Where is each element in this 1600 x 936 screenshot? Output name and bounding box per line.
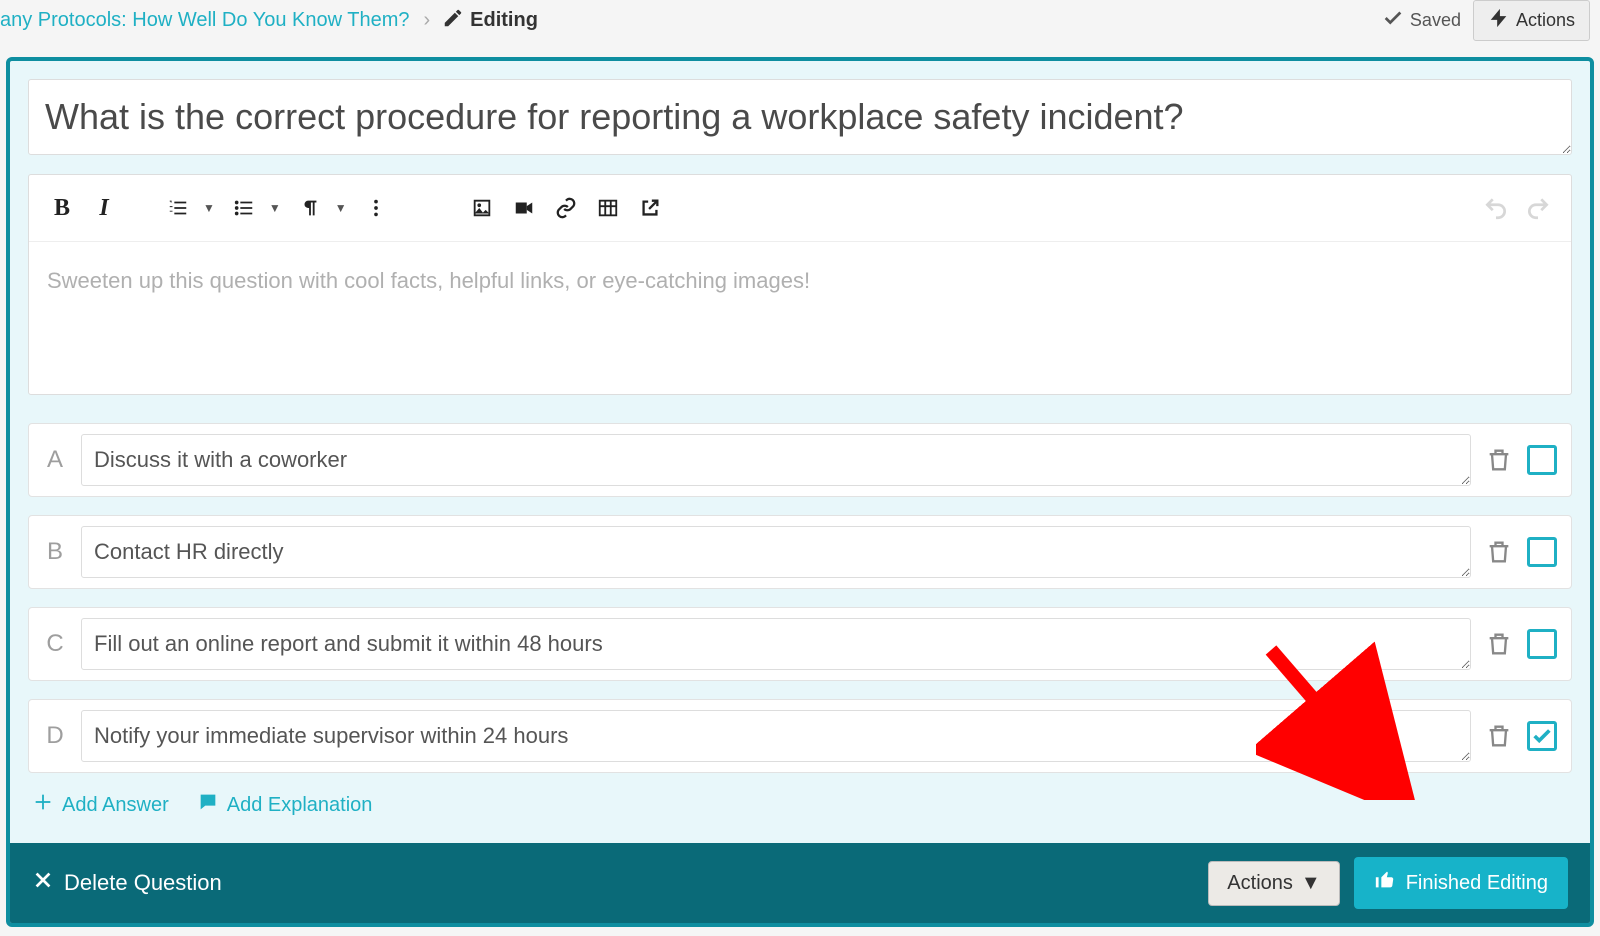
delete-answer-button[interactable] <box>1485 630 1513 658</box>
answer-label: B <box>43 538 67 566</box>
trash-icon <box>1485 538 1513 566</box>
trash-icon <box>1485 446 1513 474</box>
trash-icon <box>1485 630 1513 658</box>
video-button[interactable] <box>505 189 543 227</box>
unordered-list-caret[interactable]: ▼ <box>263 195 287 221</box>
delete-question-label: Delete Question <box>64 870 222 896</box>
bolt-icon <box>1488 7 1510 34</box>
delete-question-button[interactable]: Delete Question <box>32 869 222 897</box>
breadcrumb-separator: › <box>417 9 436 32</box>
finished-editing-label: Finished Editing <box>1406 872 1548 895</box>
answer-input[interactable] <box>81 710 1471 762</box>
link-button[interactable] <box>547 189 585 227</box>
top-bar: any Protocols: How Well Do You Know Them… <box>0 0 1600 51</box>
comment-icon <box>197 791 219 819</box>
delete-answer-button[interactable] <box>1485 446 1513 474</box>
answer-row: C <box>28 607 1572 681</box>
answer-row: A <box>28 423 1572 497</box>
add-answer-link[interactable]: Add Answer <box>32 791 169 819</box>
thumbs-up-icon <box>1374 869 1396 897</box>
open-external-button[interactable] <box>631 189 669 227</box>
undo-button[interactable] <box>1477 189 1515 227</box>
close-icon <box>32 869 54 897</box>
ordered-list-button[interactable] <box>159 189 197 227</box>
correct-answer-checkbox[interactable] <box>1527 721 1557 751</box>
table-button[interactable] <box>589 189 627 227</box>
answer-label: C <box>43 630 67 658</box>
breadcrumb-parent-link[interactable]: any Protocols: How Well Do You Know Them… <box>0 9 417 32</box>
add-explanation-label: Add Explanation <box>227 794 373 817</box>
top-actions-button[interactable]: Actions <box>1473 0 1590 41</box>
footer-actions-label: Actions <box>1227 872 1293 895</box>
plus-icon <box>32 791 54 819</box>
trash-icon <box>1485 722 1513 750</box>
add-answer-label: Add Answer <box>62 794 169 817</box>
answer-row: B <box>28 515 1572 589</box>
pencil-icon <box>436 7 470 35</box>
delete-answer-button[interactable] <box>1485 538 1513 566</box>
add-explanation-link[interactable]: Add Explanation <box>197 791 373 819</box>
delete-answer-button[interactable] <box>1485 722 1513 750</box>
editor-content-area[interactable]: Sweeten up this question with cool facts… <box>29 242 1571 394</box>
paragraph-caret[interactable]: ▼ <box>329 195 353 221</box>
answer-input[interactable] <box>81 618 1471 670</box>
finished-editing-button[interactable]: Finished Editing <box>1354 857 1568 909</box>
ordered-list-caret[interactable]: ▼ <box>197 195 221 221</box>
unordered-list-button[interactable] <box>225 189 263 227</box>
more-button[interactable] <box>357 189 395 227</box>
answer-input[interactable] <box>81 526 1471 578</box>
card-footer: Delete Question Actions ▼ Finished Editi… <box>10 843 1590 923</box>
italic-button[interactable]: I <box>85 189 123 227</box>
check-icon <box>1531 725 1553 747</box>
answer-label: D <box>43 722 67 750</box>
answer-row: D <box>28 699 1572 773</box>
redo-button[interactable] <box>1519 189 1557 227</box>
image-button[interactable] <box>463 189 501 227</box>
correct-answer-checkbox[interactable] <box>1527 537 1557 567</box>
saved-status: Saved <box>1382 7 1461 34</box>
correct-answer-checkbox[interactable] <box>1527 445 1557 475</box>
question-editor-card: B I ▼ ▼ ▼ <box>6 57 1594 927</box>
correct-answer-checkbox[interactable] <box>1527 629 1557 659</box>
breadcrumb-current: Editing <box>470 9 538 32</box>
footer-actions-button[interactable]: Actions ▼ <box>1208 861 1339 906</box>
answers-list: A B C D <box>28 423 1572 773</box>
saved-label: Saved <box>1410 10 1461 31</box>
answer-label: A <box>43 446 67 474</box>
rich-text-editor: B I ▼ ▼ ▼ <box>28 174 1572 395</box>
caret-down-icon: ▼ <box>1301 872 1321 895</box>
editor-toolbar: B I ▼ ▼ ▼ <box>29 175 1571 242</box>
top-actions-label: Actions <box>1516 10 1575 31</box>
answer-input[interactable] <box>81 434 1471 486</box>
bold-button[interactable]: B <box>43 189 81 227</box>
question-text-input[interactable] <box>28 79 1572 155</box>
paragraph-format-button[interactable] <box>291 189 329 227</box>
check-icon <box>1382 7 1404 34</box>
